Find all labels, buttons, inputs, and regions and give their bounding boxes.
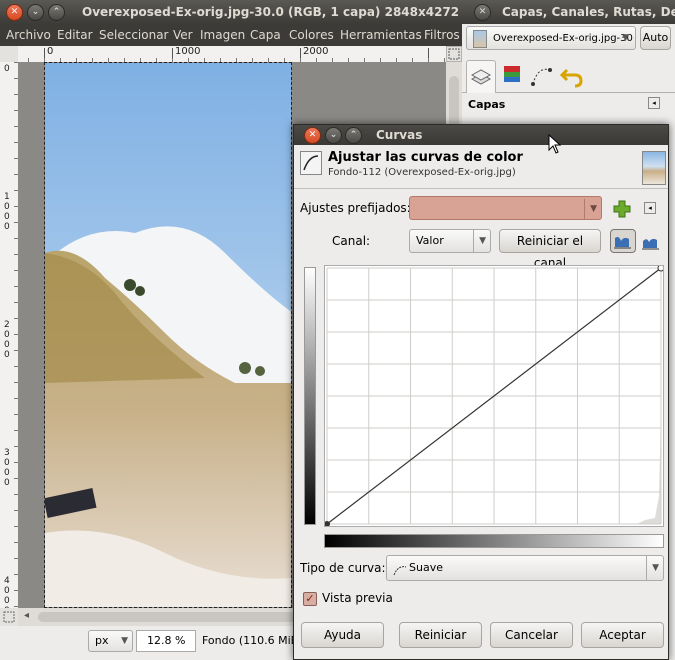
chevron-down-icon: ▼ (646, 556, 659, 580)
ruler-h-label: 2000 (303, 46, 329, 57)
help-button[interactable]: Ayuda (301, 622, 384, 648)
vertical-ruler: 0 1000 2000 3000 4000 (0, 62, 19, 616)
menu-archivo[interactable]: Archivo (6, 28, 51, 42)
curves-heading: Ajustar las curvas de color (328, 150, 523, 165)
channels-tab[interactable] (498, 62, 526, 90)
ruler-h-label: 0 (47, 46, 54, 57)
presets-menu-icon[interactable]: ◂ (644, 202, 656, 214)
dock-title: Capas, Canales, Rutas, De (502, 5, 675, 19)
maximize-curves-button[interactable]: ⌃ (345, 127, 362, 144)
curve-type-label: Tipo de curva: (300, 561, 386, 575)
dock-titlebar: ✕ Capas, Canales, Rutas, De (462, 0, 675, 24)
minimize-curves-button[interactable]: ⌄ (325, 127, 342, 144)
undo-tab[interactable] (558, 62, 586, 90)
menu-filtros[interactable]: Filtros (424, 28, 460, 42)
navigate-icon[interactable] (446, 46, 462, 62)
ruler-v-label: 1000 (4, 192, 10, 232)
preview-checkbox[interactable]: ✓ (303, 592, 317, 606)
menu-imagen[interactable]: Imagen (200, 28, 245, 42)
image-window-titlebar: ✕ ⌄ ⌃ Overexposed-Ex-orig.jpg-30.0 (RGB,… (0, 0, 462, 24)
ruler-corner (0, 46, 19, 63)
curves-tool-icon (300, 151, 322, 175)
ruler-v-label: 3000 (4, 448, 10, 488)
curve-graph[interactable] (324, 264, 665, 527)
curve-graph-svg[interactable] (324, 264, 665, 527)
curves-subheading: Fondo-112 (Overexposed-Ex-orig.jpg) (328, 167, 516, 178)
input-gradient-bar (324, 534, 664, 548)
output-gradient-bar (304, 267, 316, 525)
layer-info: Fondo (110.6 MiB (202, 634, 299, 647)
chevron-down-icon: ▼ (584, 199, 597, 219)
linear-histogram-toggle[interactable] (610, 229, 636, 253)
unit-select[interactable]: px ▼ (88, 630, 133, 652)
unit-value: px (95, 634, 109, 647)
cancel-button[interactable]: Cancelar (490, 622, 573, 648)
layer-preview-thumbnail (642, 151, 666, 185)
close-dock-button[interactable]: ✕ (474, 4, 491, 21)
menu-colores[interactable]: Colores (289, 28, 334, 42)
paths-tab[interactable] (528, 62, 556, 90)
presets-combo[interactable]: ▼ (409, 196, 602, 220)
curve-type-select[interactable]: Suave ▼ (386, 555, 664, 581)
curves-dialog: ✕ ⌄ ⌃ Curvas Ajustar las curvas de color… (293, 124, 669, 660)
presets-label: Ajustes prefijados: (300, 201, 411, 215)
chevron-down-icon: ▼ (622, 33, 629, 43)
channel-label: Canal: (332, 234, 371, 248)
smooth-curve-icon (393, 562, 407, 586)
curve-type-value: Suave (409, 561, 443, 574)
curve-point[interactable] (657, 264, 665, 272)
image-select-value: Overexposed-Ex-orig.jpg-30 (493, 33, 633, 44)
zoom-field[interactable]: 12.8 % (136, 630, 196, 652)
horizontal-ruler: 0 1000 2000 (18, 46, 446, 63)
menu-ver[interactable]: Ver (173, 28, 193, 42)
curves-titlebar: ✕ ⌄ ⌃ Curvas (294, 125, 668, 145)
ruler-v-label: 2000 (4, 320, 10, 360)
tab-menu-icon[interactable]: ◂ (648, 97, 660, 109)
layers-section-title: Capas (468, 98, 506, 111)
image-window-title: Overexposed-Ex-orig.jpg-30.0 (RGB, 1 cap… (82, 5, 458, 19)
minimize-window-button[interactable]: ⌄ (27, 4, 44, 21)
log-histogram-toggle[interactable] (640, 231, 662, 253)
chevron-down-icon: ▼ (121, 636, 128, 646)
ok-button[interactable]: Aceptar (581, 622, 664, 648)
close-curves-button[interactable]: ✕ (304, 127, 321, 144)
channel-value: Valor (416, 234, 444, 247)
channel-select[interactable]: Valor ▼ (409, 229, 491, 253)
menu-seleccionar[interactable]: Seleccionar (99, 28, 168, 42)
layers-tab[interactable] (466, 60, 496, 93)
reset-channel-button[interactable]: Reiniciar el canal (499, 229, 601, 270)
image-thumbnail-icon (473, 30, 487, 48)
photo (44, 62, 292, 608)
menubar: Archivo Editar Seleccionar Ver Imagen Ca… (0, 24, 462, 46)
image-select[interactable]: Overexposed-Ex-orig.jpg-30 ▼ (466, 26, 636, 50)
ruler-v-label: 0 (4, 64, 10, 74)
menu-capa[interactable]: Capa (250, 28, 281, 42)
preview-label: Vista previa (322, 591, 393, 605)
menu-editar[interactable]: Editar (57, 28, 93, 42)
quick-mask-icon[interactable] (0, 608, 18, 626)
menu-herramientas[interactable]: Herramientas (340, 28, 422, 42)
add-preset-icon[interactable] (612, 199, 632, 219)
mouse-cursor (548, 133, 562, 154)
maximize-window-button[interactable]: ⌃ (48, 4, 65, 21)
auto-button[interactable]: Auto (640, 26, 671, 50)
scroll-left-icon[interactable]: ◂ (24, 610, 29, 621)
zoom-value: 12.8 % (147, 634, 186, 647)
dock-tabs (462, 56, 675, 93)
reset-button[interactable]: Reiniciar (399, 622, 482, 648)
close-window-button[interactable]: ✕ (6, 4, 23, 21)
curves-window-title: Curvas (376, 128, 423, 142)
ruler-h-label: 1000 (175, 46, 201, 57)
chevron-down-icon: ▼ (473, 230, 486, 252)
